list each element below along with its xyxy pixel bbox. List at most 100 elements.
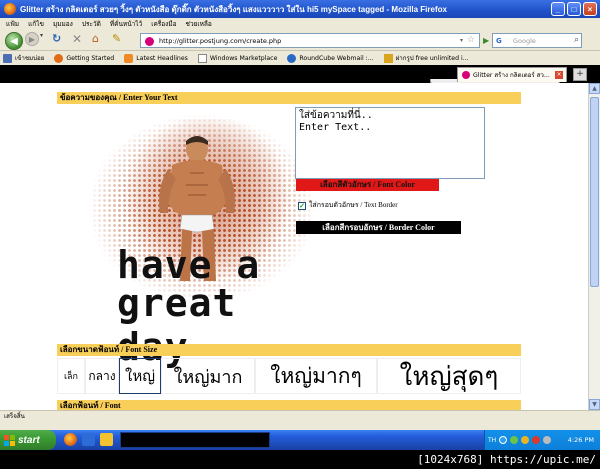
text-border-checkbox[interactable]: ✓ bbox=[298, 201, 306, 210]
forward-button[interactable]: ▶ bbox=[25, 32, 39, 46]
watermark-text: [1024x768] https://upic.me/ bbox=[417, 453, 596, 466]
search-input[interactable]: G Google ⌕ bbox=[492, 33, 582, 48]
scroll-thumb[interactable] bbox=[590, 97, 599, 287]
section-font-header: เลือกฟ้อนท์ / Font bbox=[57, 400, 521, 410]
url-text: http://glitter.postjung.com/create.php bbox=[159, 36, 282, 45]
maximize-button[interactable]: □ bbox=[567, 2, 581, 16]
scroll-down-icon[interactable]: ▼ bbox=[589, 399, 600, 410]
bookmark-image-host[interactable]: ฝากรูป free unlimited i... bbox=[383, 53, 469, 63]
menu-tools[interactable]: เครื่องมือ bbox=[151, 19, 176, 29]
bookmark-label: RoundCube Webmail :... bbox=[299, 54, 374, 62]
bookmark-windows-marketplace[interactable]: Windows Marketplace bbox=[197, 53, 278, 63]
window-title-bar[interactable]: Glitter สร้าง กลิตเตอร์ สวยๆ วิ้งๆ ตัวหน… bbox=[0, 0, 600, 18]
folder-quicklaunch-icon[interactable] bbox=[100, 433, 113, 446]
rss-icon bbox=[124, 53, 134, 63]
section-font-size-header: เลือกขนาดฟ้อนท์ / Font Size bbox=[57, 344, 521, 356]
page-icon bbox=[197, 53, 207, 63]
font-size-large-selected[interactable]: ใหญ่ bbox=[119, 358, 161, 394]
menu-file[interactable]: แฟ้ม bbox=[6, 19, 19, 29]
windows-taskbar: start TH 4:26 PM bbox=[0, 430, 600, 450]
bookmark-label: เข้าชมบ่อย bbox=[15, 55, 45, 62]
glitter-preview-image: have a great day bbox=[57, 113, 317, 369]
bookmark-getting-started[interactable]: Getting Started bbox=[54, 53, 115, 63]
vertical-scrollbar[interactable]: ▲ ▼ bbox=[588, 83, 600, 410]
tab-label: Glitter สร้าง กลิตเตอร์ สว... bbox=[473, 72, 550, 79]
language-indicator[interactable]: TH bbox=[488, 437, 496, 444]
font-size-xlarge[interactable]: ใหญ่มาก bbox=[161, 358, 255, 394]
font-size-small[interactable]: เล็ก bbox=[57, 358, 85, 394]
ie-quicklaunch-icon[interactable] bbox=[82, 433, 95, 446]
menu-edit[interactable]: แก้ไข bbox=[28, 19, 44, 29]
bookmark-label: Latest Headlines bbox=[136, 54, 188, 62]
tab-glitter[interactable]: Glitter สร้าง กลิตเตอร์ สว... × bbox=[457, 67, 567, 82]
start-label: start bbox=[18, 434, 40, 446]
tray-clock[interactable]: 4:26 PM bbox=[568, 436, 594, 444]
volume-icon[interactable] bbox=[543, 436, 552, 444]
roundcube-icon bbox=[287, 53, 297, 63]
status-bar: เสร็จสิ้น bbox=[0, 410, 600, 423]
edit-icon[interactable]: ✎ bbox=[112, 32, 121, 45]
menu-bar: แฟ้ม แก้ไข มุมมอง ประวัติ ที่คั่นหน้าไว้… bbox=[0, 18, 600, 30]
text-border-option: ✓ ใส่กรอบตัวอักษร / Text Border bbox=[298, 200, 398, 211]
google-search-engine-icon[interactable]: G bbox=[496, 37, 506, 46]
status-text: เสร็จสิ้น bbox=[4, 413, 25, 420]
firefox-icon bbox=[54, 53, 64, 63]
history-dropdown-icon[interactable]: ▾ bbox=[40, 32, 43, 39]
menu-help[interactable]: ช่วยเหลือ bbox=[186, 19, 212, 29]
bookmark-most-visited[interactable]: เข้าชมบ่อย bbox=[3, 53, 44, 63]
bookmark-label: Windows Marketplace bbox=[209, 54, 278, 62]
navigation-toolbar: ◀ ▶ ▾ ↻ ✕ ⌂ ✎ http://glitter.postjung.co… bbox=[0, 30, 600, 51]
new-tab-button[interactable]: + bbox=[573, 68, 587, 81]
search-placeholder: Google bbox=[513, 36, 536, 45]
window-title: Glitter สร้าง กลิตเตอร์ สวยๆ วิ้งๆ ตัวหน… bbox=[20, 4, 447, 14]
firefox-icon bbox=[4, 3, 16, 15]
font-size-medium[interactable]: กลาง bbox=[85, 358, 119, 394]
image-icon bbox=[383, 53, 393, 63]
tab-bar: Glitter สร้าง กลิตเตอร์ สว... × + bbox=[0, 65, 600, 85]
firefox-quicklaunch-icon[interactable] bbox=[64, 433, 77, 446]
page-content: ข้อความของคุณ / Enter Your Text have a g… bbox=[0, 83, 588, 410]
text-border-label: ใส่กรอบตัวอักษร / Text Border bbox=[309, 201, 398, 209]
bookmarks-toolbar: เข้าชมบ่อย Getting Started Latest Headli… bbox=[0, 51, 600, 65]
bookmark-label: ฝากรูป free unlimited i... bbox=[395, 55, 469, 62]
messenger-icon[interactable] bbox=[521, 436, 530, 444]
font-size-options: เล็ก กลาง ใหญ่ ใหญ่มาก ใหญ่มากๆ ใหญ่สุดๆ bbox=[57, 356, 521, 396]
border-color-button[interactable]: เลือกสีกรอบอักษร / Border Color bbox=[296, 221, 461, 234]
network-icon[interactable] bbox=[499, 436, 508, 444]
horizontal-strip bbox=[0, 423, 600, 430]
bookmark-roundcube[interactable]: RoundCube Webmail :... bbox=[287, 53, 374, 63]
url-dropdown-icon[interactable]: ▾ bbox=[460, 37, 463, 44]
scroll-up-icon[interactable]: ▲ bbox=[589, 83, 600, 94]
page-icon bbox=[3, 53, 12, 63]
font-size-largest[interactable]: ใหญ่สุดๆ bbox=[377, 358, 521, 394]
close-button[interactable]: × bbox=[583, 2, 597, 16]
start-button[interactable]: start bbox=[0, 430, 56, 450]
stop-button[interactable]: ✕ bbox=[72, 32, 82, 46]
reload-button[interactable]: ↻ bbox=[52, 32, 61, 45]
minimize-button[interactable]: _ bbox=[551, 2, 565, 16]
close-tab-icon[interactable]: × bbox=[555, 71, 563, 79]
url-bar[interactable]: http://glitter.postjung.com/create.php ▾… bbox=[140, 33, 480, 48]
menu-history[interactable]: ประวัติ bbox=[82, 19, 101, 29]
menu-view[interactable]: มุมมอง bbox=[53, 19, 73, 29]
site-favicon-icon bbox=[145, 37, 154, 46]
bookmark-star-icon[interactable]: ☆ bbox=[467, 35, 475, 45]
bookmark-latest-headlines[interactable]: Latest Headlines bbox=[124, 53, 188, 63]
system-tray: TH 4:26 PM bbox=[484, 430, 600, 450]
search-icon[interactable]: ⌕ bbox=[574, 35, 579, 45]
bookmark-label: Getting Started bbox=[66, 54, 115, 62]
back-button[interactable]: ◀ bbox=[5, 32, 23, 50]
taskbar-window-button[interactable] bbox=[120, 432, 270, 448]
home-button[interactable]: ⌂ bbox=[92, 32, 99, 45]
watermark-strip: [1024x768] https://upic.me/ bbox=[0, 450, 600, 469]
antivirus-icon[interactable] bbox=[532, 436, 541, 444]
font-color-button[interactable]: เลือกสีตัวอักษร / Font Color bbox=[296, 179, 439, 191]
window-controls: _ □ × bbox=[551, 2, 597, 16]
menu-bookmarks[interactable]: ที่คั่นหน้าไว้ bbox=[110, 19, 142, 29]
go-button[interactable]: ▶ bbox=[483, 36, 489, 45]
text-input-area[interactable]: ใส่ข้อความที่นี่.. Enter Text.. bbox=[295, 107, 485, 179]
security-icon[interactable] bbox=[510, 436, 519, 444]
site-favicon-icon bbox=[462, 71, 470, 79]
font-size-xxlarge[interactable]: ใหญ่มากๆ bbox=[255, 358, 377, 394]
section-enter-text-header: ข้อความของคุณ / Enter Your Text bbox=[57, 92, 521, 104]
